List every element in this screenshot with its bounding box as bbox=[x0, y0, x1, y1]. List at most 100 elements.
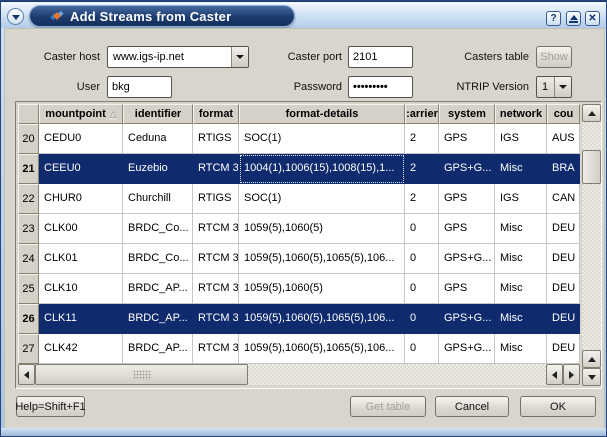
table-row[interactable]: 25CLK10BRDC_AP...RTCM 3.01059(5),1060(5)… bbox=[18, 274, 580, 304]
cell-system[interactable]: GPS bbox=[439, 274, 495, 304]
cell-network[interactable]: Misc bbox=[495, 304, 547, 334]
caster-port-input[interactable] bbox=[348, 46, 413, 68]
header-cell-corner[interactable] bbox=[18, 104, 39, 124]
header-cell-mountpoint[interactable]: mountpoint△ bbox=[39, 104, 123, 124]
cell-network[interactable]: Misc bbox=[495, 154, 547, 184]
chevron-down-icon[interactable] bbox=[231, 47, 248, 67]
cell-system[interactable]: GPS+G... bbox=[439, 154, 495, 184]
header-cell-network[interactable]: network bbox=[495, 104, 547, 124]
horizontal-scrollbar-thumb[interactable] bbox=[35, 364, 248, 385]
table-row[interactable]: 22CHUR0ChurchillRTIGSSOC(1)2GPSIGSCAN bbox=[18, 184, 580, 214]
cell-format-details[interactable]: 1059(5),1060(5),1065(5),106... bbox=[239, 244, 405, 274]
cell-format-details[interactable]: 1059(5),1060(5) bbox=[239, 274, 405, 304]
row-number[interactable]: 20 bbox=[18, 124, 39, 154]
cell-mountpoint[interactable]: CEEU0 bbox=[39, 154, 123, 184]
cell-identifier[interactable]: Churchill bbox=[123, 184, 193, 214]
vertical-scrollbar-trough[interactable] bbox=[582, 122, 601, 350]
cell-cou[interactable]: CAN bbox=[547, 184, 580, 214]
cell-system[interactable]: GPS bbox=[439, 214, 495, 244]
header-cell-format[interactable]: format bbox=[193, 104, 239, 124]
user-input[interactable] bbox=[107, 76, 172, 98]
cell-cou[interactable]: BRA bbox=[547, 154, 580, 184]
cell-mountpoint[interactable]: CEDU0 bbox=[39, 124, 123, 154]
cell-identifier[interactable]: Euzebio bbox=[123, 154, 193, 184]
cell-network[interactable]: Misc bbox=[495, 244, 547, 274]
cell-format-details[interactable]: 1004(1),1006(15),1008(15),1... bbox=[239, 154, 405, 184]
cell-identifier[interactable]: BRDC_AP... bbox=[123, 334, 193, 364]
cell-identifier[interactable]: BRDC_AP... bbox=[123, 274, 193, 304]
cell-:arrier[interactable]: 2 bbox=[405, 184, 439, 214]
table-row[interactable]: 21CEEU0EuzebioRTCM 3.01004(1),1006(15),1… bbox=[18, 154, 580, 184]
cell-:arrier[interactable]: 0 bbox=[405, 334, 439, 364]
cell-cou[interactable]: DEU bbox=[547, 214, 580, 244]
scroll-up-button-2[interactable] bbox=[582, 350, 601, 368]
cell-cou[interactable]: DEU bbox=[547, 304, 580, 334]
cell-format[interactable]: RTCM 3.0 bbox=[193, 274, 239, 304]
vertical-scrollbar[interactable] bbox=[582, 104, 601, 386]
header-cell-identifier[interactable]: identifier bbox=[123, 104, 193, 124]
cell-network[interactable]: Misc bbox=[495, 334, 547, 364]
cell-:arrier[interactable]: 0 bbox=[405, 304, 439, 334]
cell-format-details[interactable]: 1059(5),1060(5) bbox=[239, 214, 405, 244]
show-button[interactable]: Show bbox=[536, 46, 572, 68]
cell-format[interactable]: RTIGS bbox=[193, 124, 239, 154]
cell-cou[interactable]: DEU bbox=[547, 244, 580, 274]
close-button[interactable]: ✕ bbox=[585, 11, 600, 26]
cell-system[interactable]: GPS bbox=[439, 124, 495, 154]
row-number[interactable]: 23 bbox=[18, 214, 39, 244]
cell-format-details[interactable]: 1059(5),1060(5),1065(5),106... bbox=[239, 304, 405, 334]
table-row[interactable]: 26CLK11BRDC_AP...RTCM 3.01059(5),1060(5)… bbox=[18, 304, 580, 334]
scroll-left-button-2[interactable] bbox=[546, 364, 563, 385]
password-input[interactable] bbox=[348, 76, 413, 98]
scroll-down-button[interactable] bbox=[582, 368, 601, 386]
row-number[interactable]: 21 bbox=[18, 154, 39, 184]
caster-host-combobox[interactable]: www.igs-ip.net bbox=[107, 46, 249, 68]
ok-button[interactable]: OK bbox=[520, 396, 596, 417]
table-row[interactable]: 23CLK00BRDC_Co...RTCM 3.01059(5),1060(5)… bbox=[18, 214, 580, 244]
cell-system[interactable]: GPS bbox=[439, 184, 495, 214]
cancel-button[interactable]: Cancel bbox=[435, 396, 509, 417]
cell-:arrier[interactable]: 0 bbox=[405, 244, 439, 274]
cell-mountpoint[interactable]: CLK42 bbox=[39, 334, 123, 364]
cell-mountpoint[interactable]: CLK11 bbox=[39, 304, 123, 334]
row-number[interactable]: 22 bbox=[18, 184, 39, 214]
horizontal-scrollbar-trough[interactable] bbox=[248, 364, 546, 385]
header-cell-system[interactable]: system bbox=[439, 104, 495, 124]
cell-network[interactable]: Misc bbox=[495, 274, 547, 304]
scroll-right-button[interactable] bbox=[563, 364, 580, 385]
help-shortcut-button[interactable]: Help=Shift+F1 bbox=[16, 396, 85, 417]
row-number[interactable]: 24 bbox=[18, 244, 39, 274]
table-row[interactable]: 24CLK01BRDC_Co...RTCM 3.01059(5),1060(5)… bbox=[18, 244, 580, 274]
ntrip-version-combobox[interactable]: 1 bbox=[536, 76, 572, 98]
row-number[interactable]: 25 bbox=[18, 274, 39, 304]
get-table-button[interactable]: Get table bbox=[350, 396, 426, 417]
cell-cou[interactable]: DEU bbox=[547, 274, 580, 304]
cell-:arrier[interactable]: 2 bbox=[405, 124, 439, 154]
cell-format-details[interactable]: SOC(1) bbox=[239, 184, 405, 214]
cell-format[interactable]: RTCM 3.0 bbox=[193, 214, 239, 244]
header-cell-cou[interactable]: cou bbox=[547, 104, 580, 124]
cell-format-details[interactable]: 1059(5),1060(5),1065(5),106... bbox=[239, 334, 405, 364]
cell-format-details[interactable]: SOC(1) bbox=[239, 124, 405, 154]
cell-mountpoint[interactable]: CLK10 bbox=[39, 274, 123, 304]
cell-format[interactable]: RTIGS bbox=[193, 184, 239, 214]
cell-format[interactable]: RTCM 3.0 bbox=[193, 304, 239, 334]
cell-network[interactable]: IGS bbox=[495, 124, 547, 154]
table-row[interactable]: 27CLK42BRDC_AP...RTCM 3.01059(5),1060(5)… bbox=[18, 334, 580, 364]
cell-format[interactable]: RTCM 3.0 bbox=[193, 154, 239, 184]
titlebar[interactable]: Add Streams from Caster ? ✕ bbox=[1, 1, 606, 28]
horizontal-scrollbar[interactable] bbox=[18, 364, 580, 385]
cell-system[interactable]: GPS+G... bbox=[439, 334, 495, 364]
cell-mountpoint[interactable]: CHUR0 bbox=[39, 184, 123, 214]
cell-cou[interactable]: AUS bbox=[547, 124, 580, 154]
cell-system[interactable]: GPS+G... bbox=[439, 304, 495, 334]
cell-identifier[interactable]: BRDC_Co... bbox=[123, 244, 193, 274]
cell-network[interactable]: IGS bbox=[495, 184, 547, 214]
scroll-left-button[interactable] bbox=[18, 364, 35, 385]
vertical-scrollbar-thumb[interactable] bbox=[582, 150, 601, 184]
table-row[interactable]: 20CEDU0CedunaRTIGSSOC(1)2GPSIGSAUS bbox=[18, 124, 580, 154]
cell-:arrier[interactable]: 0 bbox=[405, 214, 439, 244]
cell-identifier[interactable]: BRDC_Co... bbox=[123, 214, 193, 244]
cell-format[interactable]: RTCM 3.0 bbox=[193, 244, 239, 274]
cell-mountpoint[interactable]: CLK01 bbox=[39, 244, 123, 274]
